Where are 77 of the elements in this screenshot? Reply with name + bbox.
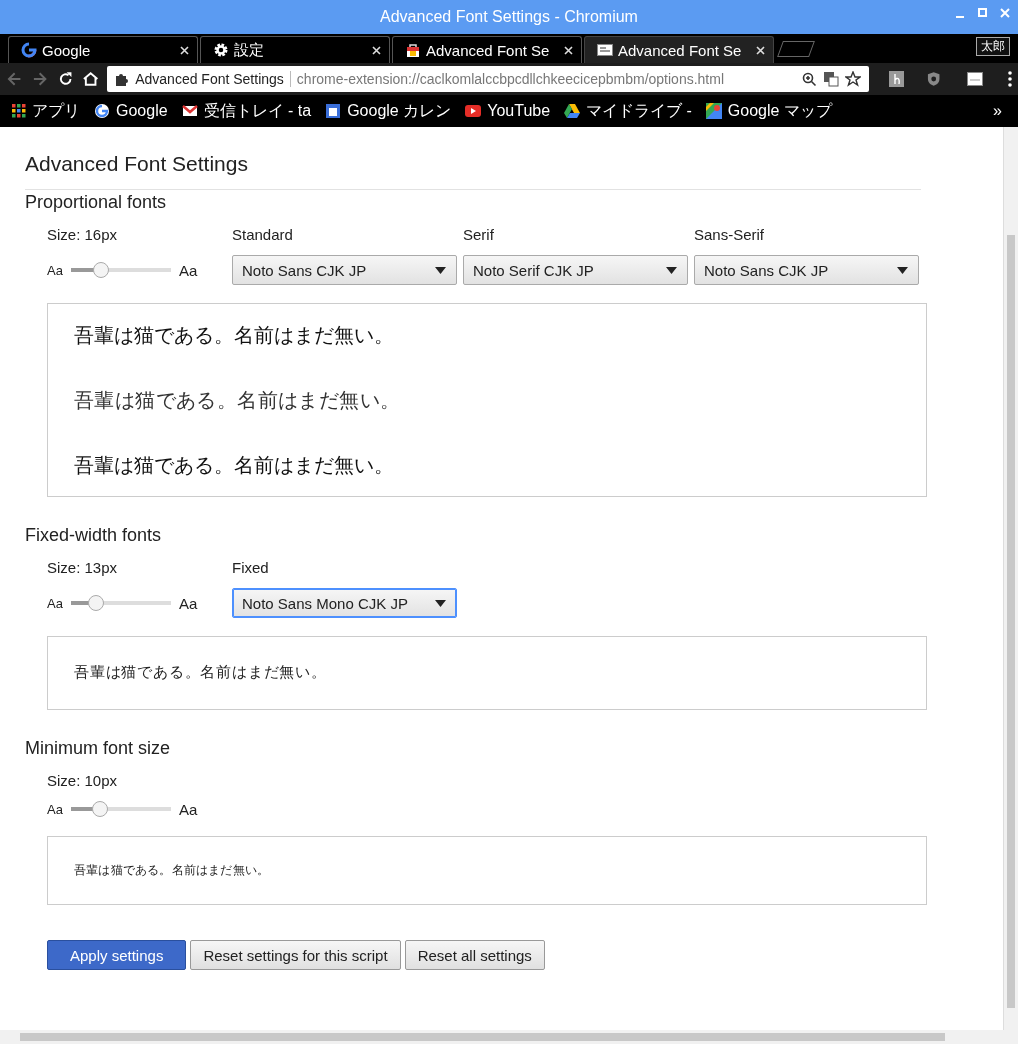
preview-text: 吾輩は猫である。名前はまだ無い。	[74, 663, 328, 683]
size-label: Size: 16px	[47, 226, 119, 243]
horizontal-scrollbar[interactable]	[0, 1030, 1018, 1044]
address-bar[interactable]: Advanced Font Settings chrome-extension://caclkomlalccbpcdllchkeecicepbmbm/options.html	[107, 66, 870, 92]
menu-icon[interactable]	[1008, 71, 1012, 87]
small-size-label: Aa	[47, 801, 63, 817]
translate-icon[interactable]	[823, 71, 840, 87]
browser-tab[interactable]: Advanced Font Se	[392, 36, 582, 63]
font-dropdown[interactable]: Noto Sans CJK JP	[694, 255, 919, 285]
bookmark[interactable]: Google カレン	[325, 100, 452, 122]
dropdown-caret-icon	[435, 599, 446, 607]
close-icon[interactable]	[372, 45, 381, 55]
bag-icon	[405, 42, 421, 58]
apply-button[interactable]: Apply settings	[47, 940, 187, 971]
page-title: Advanced Font Settings	[25, 151, 249, 177]
bookmark[interactable]: Google マップ	[705, 100, 832, 122]
puzzle-icon	[115, 72, 130, 86]
large-size-label: Aa	[178, 594, 198, 612]
gear-icon	[213, 42, 229, 58]
star-icon[interactable]	[845, 71, 862, 87]
preview-text: 吾輩は猫である。名前はまだ無い。	[74, 452, 395, 478]
window-title: Advanced Font Settings - Chromium	[380, 8, 638, 26]
shield-icon[interactable]	[926, 71, 942, 87]
font-box-icon[interactable]	[967, 72, 983, 86]
select-label: Sans-Serif	[694, 226, 766, 243]
section-heading: Minimum font size	[25, 736, 172, 760]
font-dropdown[interactable]: Noto Serif CJK JP	[463, 255, 688, 285]
select-label: Serif	[463, 226, 495, 243]
bookmark[interactable]: アプリ	[12, 100, 80, 122]
forward-icon[interactable]	[31, 70, 49, 88]
zoom-icon[interactable]	[802, 71, 818, 87]
more-bookmarks-button[interactable]: »	[993, 102, 1002, 120]
mail-icon	[181, 104, 198, 118]
small-size-label: Aa	[47, 595, 63, 611]
reset-button[interactable]: Reset all settings	[404, 940, 545, 971]
bookmark[interactable]: 受信トレイ - ta	[181, 100, 312, 122]
size-label: Size: 13px	[47, 559, 119, 576]
reset-button[interactable]: Reset settings for this script	[190, 940, 401, 971]
grid-icon	[12, 104, 26, 118]
google-g-icon	[94, 103, 110, 119]
bookmark[interactable]: Google	[94, 102, 168, 120]
select-label: Standard	[232, 226, 294, 243]
maximize-icon[interactable]	[978, 8, 988, 18]
preview-text: 吾輩は猫である。名前はまだ無い。	[74, 387, 402, 413]
preview-text: 吾輩は猫である。名前はまだ無い。	[74, 322, 395, 348]
google-g-icon	[21, 42, 37, 58]
dropdown-caret-icon	[435, 266, 446, 274]
map-icon	[705, 103, 722, 119]
large-size-label: Aa	[178, 800, 198, 818]
bookmark[interactable]: マイドライブ -	[564, 100, 692, 122]
extension-icon[interactable]	[889, 71, 905, 87]
font-dropdown[interactable]: Noto Sans Mono CJK JP	[232, 588, 457, 618]
close-icon[interactable]	[564, 45, 573, 55]
dropdown-caret-icon	[666, 266, 677, 274]
close-icon[interactable]	[180, 45, 189, 55]
small-size-label: Aa	[47, 262, 63, 278]
bookmark[interactable]: YouTube	[465, 102, 551, 120]
browser-tab[interactable]: Advanced Font Se	[584, 36, 774, 63]
dropdown-caret-icon	[897, 266, 908, 274]
play-icon	[465, 105, 482, 117]
calendar-icon	[325, 103, 342, 119]
browser-tab[interactable]: 設定	[200, 36, 390, 63]
browser-tab[interactable]: Google	[8, 36, 198, 63]
new-tab-button[interactable]	[777, 41, 815, 57]
large-size-label: Aa	[178, 261, 198, 279]
section-heading: Proportional fonts	[25, 191, 168, 214]
font-dropdown[interactable]: Noto Sans CJK JP	[232, 255, 457, 285]
home-icon[interactable]	[81, 70, 100, 88]
size-label: Size: 10px	[47, 771, 119, 789]
vertical-scrollbar[interactable]	[1003, 127, 1018, 1030]
font-box-icon	[597, 42, 613, 58]
close-icon[interactable]	[756, 45, 765, 55]
triangle-icon	[564, 104, 581, 118]
profile-button[interactable]: 太郎	[976, 37, 1010, 56]
section-heading: Fixed-width fonts	[25, 524, 163, 547]
select-label: Fixed	[232, 559, 270, 576]
preview-text: 吾輩は猫である。名前はまだ無い。	[74, 862, 271, 879]
